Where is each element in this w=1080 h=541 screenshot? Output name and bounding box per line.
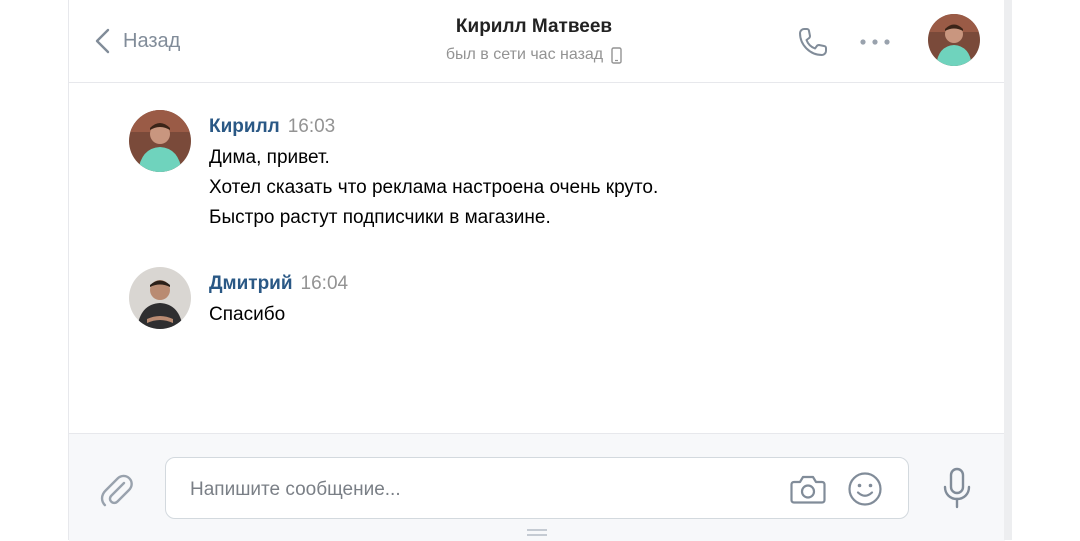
message-line: Дима, привет. [209,147,330,168]
message-input[interactable] [188,476,752,504]
message-body: Дмитрий 16:04 Спасибо [209,273,909,330]
chat-title-block: Кирилл Матвеев был в сети час назад [369,16,699,64]
mobile-icon [611,46,622,64]
back-label: Назад [123,29,181,52]
chat-panel: Назад Кирилл Матвеев был в сети час наза… [68,0,1005,541]
message-author[interactable]: Кирилл [209,116,280,137]
header-avatar[interactable] [928,14,980,66]
avatar[interactable] [129,110,191,172]
message-composer [69,433,1005,541]
chat-title[interactable]: Кирилл Матвеев [369,16,699,38]
more-icon[interactable] [857,32,893,52]
message-meta: Дмитрий 16:04 [209,273,909,295]
online-status: был в сети час назад [369,46,699,64]
paperclip-icon[interactable] [97,470,137,510]
back-chevron-icon [95,28,110,54]
message-input-box [165,457,909,519]
message-text: Дима, привет. Хотел сказать что реклама … [209,143,909,233]
smile-icon[interactable] [846,470,884,508]
resize-handle[interactable] [527,529,547,537]
chat-header: Назад Кирилл Матвеев был в сети час наза… [69,0,1005,83]
message-line: Быстро растут подписчики в магазине. [209,207,551,228]
phone-icon[interactable] [795,24,831,60]
message-time[interactable]: 16:04 [301,273,349,294]
message-body: Кирилл 16:03 Дима, привет. Хотел сказать … [209,116,909,233]
avatar[interactable] [129,267,191,329]
message-author[interactable]: Дмитрий [209,273,293,294]
message-text: Спасибо [209,300,909,330]
message-line: Хотел сказать что реклама настроена очен… [209,177,659,198]
microphone-icon[interactable] [937,466,977,510]
back-button[interactable]: Назад [93,26,180,56]
window-edge [1004,0,1012,540]
online-status-text: был в сети час назад [445,46,604,63]
message-time[interactable]: 16:03 [288,116,336,137]
message-line: Спасибо [209,304,286,325]
camera-icon[interactable] [788,471,828,507]
message-meta: Кирилл 16:03 [209,116,909,138]
